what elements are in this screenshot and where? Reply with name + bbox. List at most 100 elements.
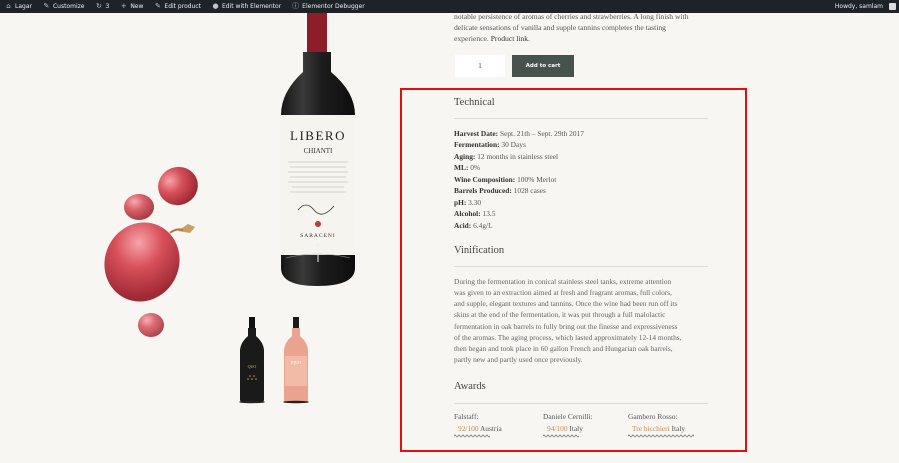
technical-row: Fermentation: 30 Days — [454, 139, 708, 150]
vinification-line: skins at the end of the fermentation, it… — [454, 310, 666, 320]
awards-list: Falstaff: 92/100 Austria Daniele Cernilli:… — [454, 411, 710, 438]
elementor-icon: ● — [212, 2, 219, 10]
add-to-cart-button[interactable]: Add to cart — [512, 55, 574, 77]
wavy-underline — [454, 434, 490, 438]
award-item: Daniele Cernilli: 94/100 Italy — [543, 411, 628, 438]
technical-value: Sept. 21th – Sept. 29th 2017 — [498, 129, 584, 138]
divider — [454, 118, 708, 119]
wavy-underline — [543, 434, 579, 438]
award-score[interactable]: 94/100 — [547, 424, 568, 434]
description-line: experience. Product link. — [454, 34, 530, 44]
svg-text:SARACENI: SARACENI — [300, 233, 336, 239]
technical-value: 100% Merlot — [515, 174, 557, 184]
divider — [454, 403, 708, 404]
technical-row: Acid: 6.4g/L — [454, 220, 708, 231]
updates-count: 3 — [105, 3, 110, 10]
vinification-text: During the fermentation in conical stain… — [454, 276, 710, 365]
wavy-underline — [628, 434, 694, 438]
svg-text:LIBERO: LIBERO — [290, 128, 346, 143]
technical-label: Acid: — [454, 220, 472, 230]
edit-product-label: Edit product — [164, 3, 202, 10]
admin-bar-updates[interactable]: ↻ 3 — [90, 0, 115, 13]
technical-label: pH: — [454, 197, 467, 207]
technical-row: pH: 3.30 — [454, 197, 708, 208]
vinification-line: was given to an extraction aimed at fres… — [454, 288, 672, 298]
admin-bar-new[interactable]: + New — [115, 0, 149, 13]
award-source: Daniele Cernilli: — [543, 412, 593, 421]
technical-row: Harvest Date: Sept. 21th – Sept. 29th 20… — [454, 128, 708, 139]
technical-row: Aging: 12 months in stainless steel — [454, 151, 708, 162]
award-country: Austria — [478, 423, 502, 433]
description-line: notable persistence of aromas of cherrie… — [454, 12, 689, 21]
technical-label: ML: — [454, 163, 469, 173]
product-description: notable persistence of aromas of cherrie… — [454, 11, 710, 45]
avatar — [889, 3, 896, 10]
award-score[interactable]: Tre bicchieri — [632, 424, 670, 434]
customize-label: Customize — [52, 3, 85, 10]
technical-label: Harvest Date: — [454, 129, 499, 138]
technical-row: ML: 0% — [454, 162, 708, 173]
technical-label: Barrels Produced: — [454, 186, 512, 196]
admin-bar-elementor-debugger[interactable]: ⓘ Elementor Debugger — [287, 0, 371, 13]
admin-bar: ⌂ Lagar ✎ Customize ↻ 3 + New ✎ Edit pro… — [0, 0, 899, 13]
technical-row: Barrels Produced: 1028 cases — [454, 185, 708, 196]
admin-bar-edit-product[interactable]: ✎ Edit product — [149, 0, 207, 13]
technical-value: 3.30 — [466, 197, 482, 207]
awards-heading: Awards — [454, 381, 486, 392]
vinification-line: partly new and partly used once previous… — [454, 355, 583, 365]
vinification-line: During the fermentation in conical stain… — [454, 277, 672, 286]
award-country: Italy — [567, 423, 583, 433]
award-item: Gambero Rosso: Tre bicchieri Italy — [628, 411, 710, 438]
technical-label: Aging: — [454, 151, 476, 161]
technical-value: 1028 cases — [511, 186, 546, 196]
technical-value: 0% — [468, 163, 481, 173]
technical-label: Wine Composition: — [454, 174, 516, 184]
new-label: New — [130, 3, 144, 10]
technical-value: 13.5 — [480, 209, 496, 219]
thumbnail-red-bottle[interactable]: QUO — [236, 316, 268, 404]
admin-bar-customize[interactable]: ✎ Customize — [38, 0, 91, 13]
vinification-heading: Vinification — [454, 245, 505, 256]
technical-list: Harvest Date: Sept. 21th – Sept. 29th 20… — [454, 128, 708, 231]
admin-bar-edit-elementor[interactable]: ● Edit with Elementor — [207, 0, 287, 13]
award-item: Falstaff: 92/100 Austria — [454, 411, 543, 438]
vinification-line: fermentation in oak barrels to fully bri… — [454, 321, 678, 331]
elementor-debugger-label: Elementor Debugger — [302, 3, 365, 10]
info-icon: ⓘ — [292, 2, 300, 10]
svg-text:QUO: QUO — [248, 364, 257, 369]
svg-text:IQUO: IQUO — [291, 360, 301, 365]
pencil-icon: ✎ — [154, 2, 161, 10]
award-score[interactable]: 92/100 — [458, 424, 479, 434]
svg-text:CHIANTI: CHIANTI — [304, 147, 333, 155]
quantity-input[interactable] — [455, 55, 505, 77]
award-source: Falstaff: — [454, 412, 479, 421]
technical-row: Wine Composition: 100% Merlot — [454, 174, 708, 185]
vinification-line: of the aromas. The aging process, which … — [454, 332, 682, 342]
admin-bar-site[interactable]: ⌂ Lagar — [0, 0, 38, 13]
technical-row: Alcohol: 13.5 — [454, 208, 708, 219]
technical-value: 30 Days — [499, 140, 526, 150]
admin-bar-account[interactable]: Howdy, samlam — [830, 0, 899, 13]
technical-heading: Technical — [454, 97, 495, 108]
technical-value: 6.4g/L — [471, 220, 493, 230]
refresh-icon: ↻ — [96, 2, 102, 10]
vinification-line: then began and took place in 60 gallon F… — [454, 343, 673, 353]
brush-icon: ✎ — [43, 2, 50, 10]
product-link[interactable]: Product link — [491, 34, 528, 43]
site-name: Lagar — [15, 3, 32, 10]
product-image[interactable]: LIBERO CHIANTI SARACENI — [0, 13, 400, 343]
award-source: Gambero Rosso: — [628, 412, 678, 421]
howdy-label: Howdy, samlam — [834, 3, 883, 10]
vinification-line: and supple, elegant textures and tannins… — [454, 299, 678, 309]
award-country: Italy — [669, 423, 686, 433]
technical-label: Alcohol: — [454, 209, 481, 219]
description-line: delicate sensations of vanilla and suppl… — [454, 23, 666, 33]
grape-illustration — [104, 166, 198, 337]
home-icon: ⌂ — [6, 2, 11, 10]
main-bottle: LIBERO CHIANTI SARACENI — [281, 13, 355, 286]
plus-icon: + — [120, 2, 127, 10]
technical-label: Fermentation: — [454, 140, 500, 150]
edit-elementor-label: Edit with Elementor — [222, 3, 282, 10]
thumbnail-rose-bottle[interactable]: IQUO — [280, 316, 312, 404]
technical-value: 12 months in stainless steel — [475, 151, 559, 161]
